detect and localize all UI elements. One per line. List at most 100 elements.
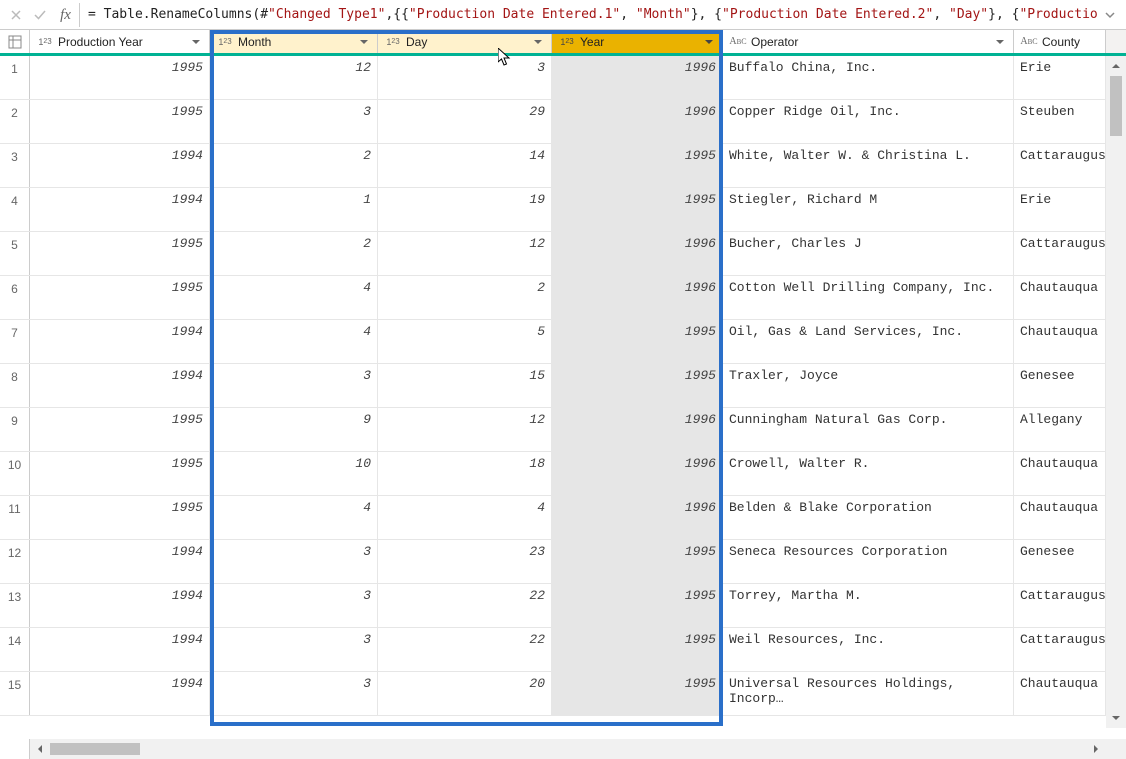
scroll-thumb[interactable] [50,743,140,755]
table-row[interactable]: 319942141995White, Walter W. & Christina… [0,144,1126,188]
cell-day[interactable]: 12 [378,408,552,451]
cell-production-year[interactable]: 1995 [30,100,210,143]
cell-month[interactable]: 3 [210,100,378,143]
cell-month[interactable]: 4 [210,276,378,319]
cell-county[interactable]: Erie [1014,188,1106,231]
vertical-scrollbar[interactable] [1106,56,1126,728]
table-row[interactable]: 1319943221995Torrey, Martha M.Cattaraugu… [0,584,1126,628]
filter-dropdown-icon[interactable] [187,33,205,51]
cell-year[interactable]: 1996 [552,408,723,451]
cell-county[interactable]: Cattaraugus [1014,232,1106,275]
filter-dropdown-icon[interactable] [529,33,547,51]
cell-day[interactable]: 2 [378,276,552,319]
cell-county[interactable]: Steuben [1014,100,1106,143]
cancel-formula-button[interactable] [4,3,28,27]
column-header-month[interactable]: 123 Month [210,30,378,53]
cell-county[interactable]: Chautauqua [1014,672,1106,715]
cell-day[interactable]: 20 [378,672,552,715]
cell-month[interactable]: 12 [210,56,378,99]
table-row[interactable]: 1519943201995Universal Resources Holding… [0,672,1126,716]
table-row[interactable]: 71994451995Oil, Gas & Land Services, Inc… [0,320,1126,364]
cell-county[interactable]: Chautauqua [1014,320,1106,363]
cell-day[interactable]: 12 [378,232,552,275]
cell-day[interactable]: 14 [378,144,552,187]
cell-day[interactable]: 22 [378,628,552,671]
cell-production-year[interactable]: 1995 [30,232,210,275]
table-row[interactable]: 919959121996Cunningham Natural Gas Corp.… [0,408,1126,452]
cell-year[interactable]: 1995 [552,188,723,231]
column-header-day[interactable]: 123 Day [378,30,552,53]
cell-year[interactable]: 1996 [552,232,723,275]
scroll-up-arrow[interactable] [1106,56,1126,76]
cell-production-year[interactable]: 1994 [30,584,210,627]
cell-year[interactable]: 1995 [552,320,723,363]
cell-month[interactable]: 3 [210,672,378,715]
table-row[interactable]: 1219943231995Seneca Resources Corporatio… [0,540,1126,584]
cell-year[interactable]: 1995 [552,144,723,187]
filter-dropdown-icon[interactable] [991,33,1009,51]
cell-county[interactable]: Erie [1014,56,1106,99]
cell-production-year[interactable]: 1994 [30,188,210,231]
table-row[interactable]: 119951231996Buffalo China, Inc.Erie [0,56,1126,100]
formula-input[interactable]: = Table.RenameColumns(#"Changed Type1",{… [88,7,1098,22]
table-row[interactable]: 819943151995Traxler, JoyceGenesee [0,364,1126,408]
cell-month[interactable]: 3 [210,540,378,583]
cell-operator[interactable]: Bucher, Charles J [723,232,1014,275]
column-header-production-year[interactable]: 123 Production Year [30,30,210,53]
horizontal-scrollbar[interactable] [30,739,1106,759]
cell-county[interactable]: Chautauqua [1014,496,1106,539]
cell-operator[interactable]: Universal Resources Holdings, Incorp… [723,672,1014,715]
cell-day[interactable]: 22 [378,584,552,627]
cell-production-year[interactable]: 1995 [30,56,210,99]
cell-year[interactable]: 1996 [552,56,723,99]
cell-county[interactable]: Allegany [1014,408,1106,451]
table-row[interactable]: 219953291996Copper Ridge Oil, Inc.Steube… [0,100,1126,144]
cell-operator[interactable]: White, Walter W. & Christina L. [723,144,1014,187]
scroll-left-arrow[interactable] [30,739,50,759]
cell-production-year[interactable]: 1994 [30,628,210,671]
cell-month[interactable]: 2 [210,232,378,275]
scroll-thumb[interactable] [1110,76,1122,136]
cell-operator[interactable]: Seneca Resources Corporation [723,540,1014,583]
table-row[interactable]: 61995421996Cotton Well Drilling Company,… [0,276,1126,320]
cell-operator[interactable]: Cunningham Natural Gas Corp. [723,408,1014,451]
cell-operator[interactable]: Oil, Gas & Land Services, Inc. [723,320,1014,363]
cell-operator[interactable]: Cotton Well Drilling Company, Inc. [723,276,1014,319]
column-header-year[interactable]: 123 Year [552,30,723,53]
cell-operator[interactable]: Torrey, Martha M. [723,584,1014,627]
cell-county[interactable]: Chautauqua [1014,452,1106,495]
cell-month[interactable]: 10 [210,452,378,495]
cell-production-year[interactable]: 1994 [30,320,210,363]
cell-day[interactable]: 5 [378,320,552,363]
table-row[interactable]: 10199510181996Crowell, Walter R.Chautauq… [0,452,1126,496]
column-header-operator[interactable]: ABC Operator [723,30,1014,53]
cell-county[interactable]: Genesee [1014,540,1106,583]
cell-year[interactable]: 1995 [552,672,723,715]
cell-production-year[interactable]: 1995 [30,452,210,495]
cell-year[interactable]: 1996 [552,276,723,319]
column-header-county[interactable]: ABC County [1014,30,1106,53]
cell-county[interactable]: Cattaraugus [1014,628,1106,671]
cell-day[interactable]: 3 [378,56,552,99]
cell-day[interactable]: 23 [378,540,552,583]
accept-formula-button[interactable] [28,3,52,27]
cell-year[interactable]: 1995 [552,628,723,671]
cell-operator[interactable]: Buffalo China, Inc. [723,56,1014,99]
scroll-down-arrow[interactable] [1106,708,1126,728]
cell-month[interactable]: 2 [210,144,378,187]
cell-year[interactable]: 1996 [552,100,723,143]
filter-dropdown-icon[interactable] [700,33,718,51]
cell-production-year[interactable]: 1995 [30,496,210,539]
filter-dropdown-icon[interactable] [355,33,373,51]
table-row[interactable]: 1419943221995Weil Resources, Inc.Cattara… [0,628,1126,672]
cell-operator[interactable]: Traxler, Joyce [723,364,1014,407]
cell-month[interactable]: 3 [210,628,378,671]
cell-year[interactable]: 1995 [552,540,723,583]
cell-production-year[interactable]: 1994 [30,364,210,407]
cell-production-year[interactable]: 1995 [30,408,210,451]
expand-formula-button[interactable] [1098,3,1122,27]
cell-operator[interactable]: Crowell, Walter R. [723,452,1014,495]
table-row[interactable]: 519952121996Bucher, Charles JCattaraugus [0,232,1126,276]
cell-month[interactable]: 9 [210,408,378,451]
cell-county[interactable]: Cattaraugus [1014,584,1106,627]
